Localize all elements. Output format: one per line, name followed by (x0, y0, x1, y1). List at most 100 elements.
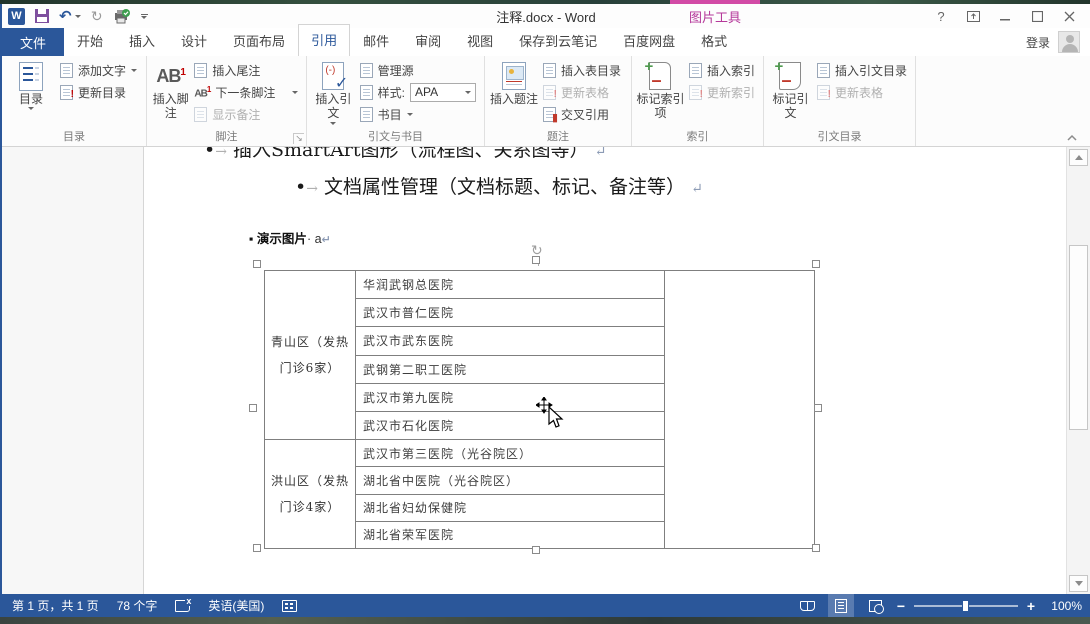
input-mode-button[interactable] (282, 600, 297, 612)
insert-table-of-authorities-button[interactable]: 插入引文目录 (817, 59, 913, 81)
language-indicator[interactable]: 英语(美国) (208, 597, 264, 614)
citation-style-select[interactable]: APA (410, 83, 476, 102)
undo-dropdown-caret[interactable] (75, 15, 81, 18)
tab-save-to-cloud-notes[interactable]: 保存到云笔记 (506, 26, 610, 56)
help-button[interactable]: ? (928, 5, 954, 27)
title-bar: W ↶ ↻ 注释.docx - Word 图片工具 ? (2, 4, 1090, 28)
zoom-slider-thumb[interactable] (962, 600, 969, 612)
show-notes-button[interactable]: 显示备注 (194, 103, 304, 125)
zoom-out-button[interactable]: − (896, 598, 906, 614)
proofing-status-button[interactable] (175, 600, 190, 612)
selection-handle-bottom-left[interactable] (253, 544, 261, 552)
selection-handle-bottom-right[interactable] (812, 544, 820, 552)
cross-reference-button[interactable]: ▮交叉引用 (543, 103, 627, 125)
toc-button[interactable]: 目录 (6, 59, 56, 130)
undo-button[interactable]: ↶ (59, 9, 81, 24)
update-table-button[interactable]: !更新表格 (543, 81, 627, 103)
insert-citation-button[interactable]: (-)✓ 插入引文 (311, 59, 356, 130)
insert-index-button[interactable]: 插入索引 (689, 59, 761, 81)
tab-page-layout[interactable]: 页面布局 (220, 26, 298, 56)
tab-review[interactable]: 审阅 (402, 26, 454, 56)
scroll-down-button[interactable] (1069, 575, 1088, 592)
sign-in-link[interactable]: 登录 (1026, 34, 1050, 51)
insert-endnote-button[interactable]: 插入尾注 (194, 59, 304, 81)
tab-design[interactable]: 设计 (168, 26, 220, 56)
quick-print-button[interactable] (113, 9, 131, 24)
tab-insert[interactable]: 插入 (116, 26, 168, 56)
update-toc-button[interactable]: !更新目录 (60, 81, 143, 103)
word-logo-icon[interactable]: W (8, 8, 25, 25)
table-row: 武汉市第九医院 (356, 384, 664, 412)
selection-handle-middle-right[interactable] (814, 404, 822, 412)
ribbon-display-options-button[interactable] (960, 5, 986, 27)
insert-caption-icon (502, 62, 526, 90)
selection-handle-top-center[interactable] (532, 256, 540, 264)
add-text-button[interactable]: 添加文字 (60, 59, 143, 81)
rotate-handle[interactable]: ↻ (531, 243, 545, 257)
district-label-hongshan: 洪山区（发热门诊4家） (265, 440, 355, 548)
vertical-scrollbar[interactable] (1066, 147, 1090, 594)
show-notes-icon (194, 107, 207, 122)
ribbon-tab-row: 文件 开始 插入 设计 页面布局 引用 邮件 审阅 视图 保存到云笔记 百度网盘… (2, 28, 1090, 56)
selection-handle-middle-left[interactable] (249, 404, 257, 412)
insert-caption-button[interactable]: 插入题注 (489, 59, 539, 130)
close-button[interactable] (1056, 5, 1082, 27)
tab-baidu-netdisk[interactable]: 百度网盘 (610, 26, 688, 56)
document-area[interactable]: •→ 插入SmartArt图形（流程图、关系图等） ↵ •→ 文档属性管理（文档… (2, 147, 1090, 594)
mark-citation-button[interactable]: +– 标记引文 (768, 59, 813, 130)
insert-table-of-figures-button[interactable]: 插入表目录 (543, 59, 627, 81)
table-of-authorities-icon (817, 63, 830, 78)
square-bullet-mark: ▪ (249, 232, 253, 246)
bibliography-button[interactable]: 书目 (360, 103, 482, 125)
next-footnote-button[interactable]: AB1下一条脚注 (194, 81, 304, 103)
table-hospital-column: 华润武钢总医院 武汉市普仁医院 武汉市武东医院 武钢第二职工医院 武汉市第九医院… (356, 271, 665, 548)
web-layout-icon (869, 600, 882, 612)
page-indicator[interactable]: 第 1 页，共 1 页 (12, 597, 99, 614)
word-count[interactable]: 78 个字 (117, 597, 158, 614)
zoom-percentage[interactable]: 100% (1044, 599, 1082, 613)
picture-tools-label[interactable]: 图片工具 (670, 4, 760, 26)
save-icon (35, 9, 49, 23)
insert-citation-icon: (-)✓ (322, 62, 344, 90)
selection-handle-bottom-center[interactable] (532, 546, 540, 554)
selection-handle-top-left[interactable] (253, 260, 261, 268)
doc-line-clipped[interactable]: •→ 插入SmartArt图形（流程图、关系图等） ↵ (204, 147, 606, 162)
keyboard-icon (282, 600, 297, 612)
update-authorities-table-button[interactable]: !更新表格 (817, 81, 913, 103)
mark-entry-button[interactable]: +– 标记索引项 (636, 59, 685, 130)
web-layout-button[interactable] (862, 594, 888, 617)
ribbon-references: 目录 添加文字 !更新目录 目录 AB1 插入脚注 插入尾注 AB1下一条脚注 … (2, 56, 1090, 147)
doc-line-bullet[interactable]: •→ 文档属性管理（文档标题、标记、备注等） ↵ (295, 172, 703, 199)
account-avatar[interactable] (1058, 31, 1080, 53)
group-table-of-authorities: +– 标记引文 插入引文目录 !更新表格 引文目录 (764, 56, 916, 146)
selection-handle-top-right[interactable] (812, 260, 820, 268)
customize-qat-button[interactable] (141, 14, 148, 19)
maximize-button[interactable] (1024, 5, 1050, 27)
zoom-in-button[interactable]: + (1026, 598, 1036, 614)
insert-footnote-button[interactable]: AB1 插入脚注 (151, 59, 190, 130)
scroll-up-button[interactable] (1069, 149, 1088, 166)
save-button[interactable] (35, 9, 49, 23)
tab-format[interactable]: 格式 (688, 26, 740, 56)
footnotes-dialog-launcher[interactable]: ↘ (293, 133, 304, 144)
read-mode-button[interactable] (794, 594, 820, 617)
update-authorities-icon: ! (817, 85, 830, 100)
tab-mark: → (215, 147, 227, 160)
tab-home[interactable]: 开始 (64, 26, 116, 56)
minimize-button[interactable] (992, 5, 1018, 27)
style-row: 样式: APA (360, 81, 482, 103)
redo-button[interactable]: ↻ (91, 9, 103, 23)
print-layout-button[interactable] (828, 594, 854, 617)
tab-mailings[interactable]: 邮件 (350, 26, 402, 56)
cross-reference-icon: ▮ (543, 107, 556, 122)
tab-view[interactable]: 视图 (454, 26, 506, 56)
tab-references[interactable]: 引用 (298, 24, 350, 56)
doc-caption-line[interactable]: ▪ 演示图片· a↵ (249, 228, 331, 247)
manage-sources-button[interactable]: 管理源 (360, 59, 482, 81)
tab-file[interactable]: 文件 (2, 28, 64, 56)
zoom-slider[interactable] (914, 605, 1018, 607)
scrollbar-thumb[interactable] (1069, 245, 1088, 430)
add-text-icon (60, 63, 73, 78)
collapse-ribbon-button[interactable] (1066, 131, 1078, 145)
update-index-button[interactable]: !更新索引 (689, 81, 761, 103)
